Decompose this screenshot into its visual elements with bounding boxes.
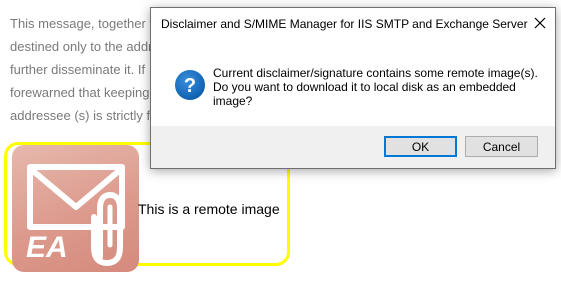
svg-text:?: ?: [184, 75, 196, 97]
ok-button[interactable]: OK: [384, 136, 457, 157]
remote-image-logo: EA: [12, 145, 139, 272]
email-attachment-logo-icon: EA: [26, 164, 125, 267]
download-image-dialog: Disclaimer and S/MIME Manager for IIS SM…: [150, 7, 556, 169]
message-line: Do you want to download it to local disk…: [213, 80, 516, 94]
dialog-title: Disclaimer and S/MIME Manager for IIS SM…: [161, 17, 528, 31]
close-icon: [534, 17, 546, 29]
dialog-message: Current disclaimer/signature contains so…: [213, 66, 543, 108]
question-icon: ?: [175, 70, 205, 100]
dialog-titlebar[interactable]: Disclaimer and S/MIME Manager for IIS SM…: [151, 8, 555, 38]
logo-text: EA: [26, 231, 68, 264]
cancel-button[interactable]: Cancel: [465, 136, 538, 157]
close-button[interactable]: [525, 8, 555, 38]
remote-image-caption: This is a remote image: [138, 201, 280, 217]
message-line: Current disclaimer/signature contains so…: [213, 66, 538, 80]
dialog-button-bar: OK Cancel: [151, 126, 555, 168]
message-line: image?: [213, 94, 253, 108]
